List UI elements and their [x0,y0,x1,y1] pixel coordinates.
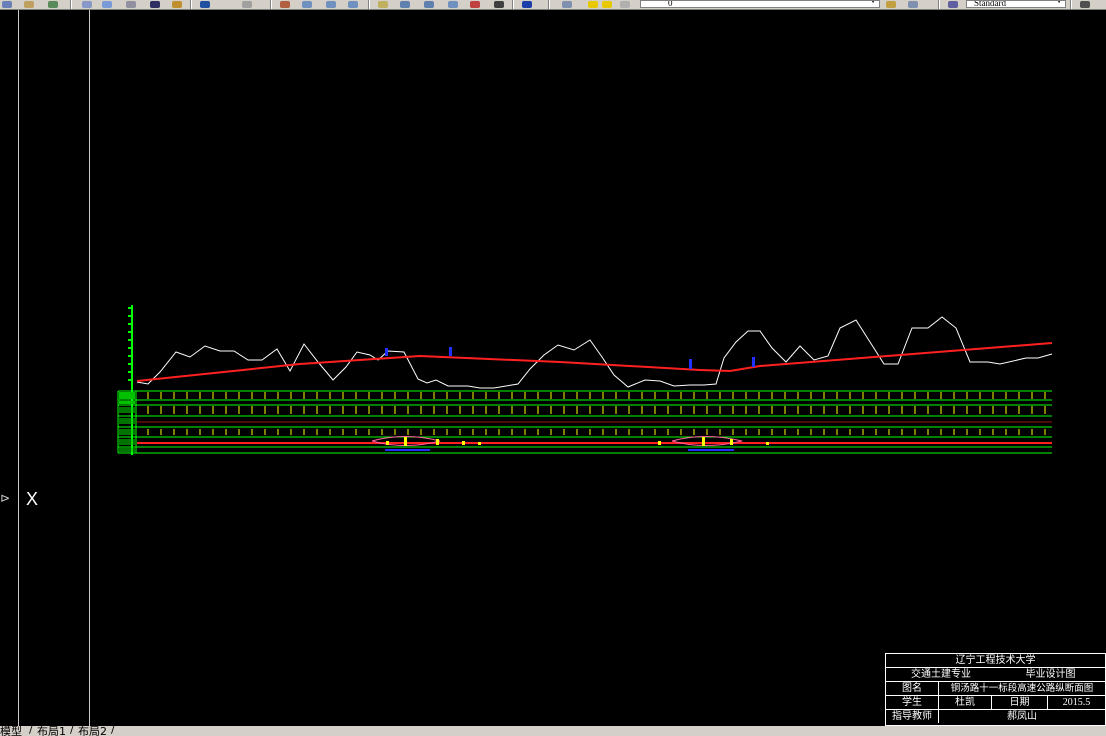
student-label: 学生 [902,697,922,708]
advisor-name: 郝凤山 [1007,711,1037,722]
advisor-label: 指导教师 [892,711,932,722]
design-grade-line [136,342,1053,382]
drawing-name-label: 图名 [902,683,922,694]
structure-markers [385,347,755,369]
profile-data-table [117,390,1052,454]
date-value: 2015.5 [1062,697,1091,708]
title-block: 辽宁工程技术大学 交通土建专业 毕业设计图 图名 铜汤路十一标段高速公路纵断面图… [885,653,1106,726]
major-label: 交通土建专业 [911,669,971,680]
model-space-canvas[interactable] [0,0,1106,736]
date-label: 日期 [1009,697,1030,708]
tab-separator: / [29,726,33,736]
tab-layout2[interactable]: 布局2 [78,726,107,736]
drawing-name: 铜汤路十一标段高速公路纵断面图 [950,683,1094,694]
ground-line [136,316,1053,389]
tab-layout1[interactable]: 布局1 [37,726,66,736]
tab-separator: / [111,726,115,736]
layout-tabs: 模型 / 布局1 / 布局2 / [0,726,1106,736]
student-name: 杜凯 [955,697,975,708]
drawing-type: 毕业设计图 [1025,669,1076,680]
university-name: 辽宁工程技术大学 [955,655,1036,666]
tab-separator: / [70,726,74,736]
tab-model[interactable]: 模型 [0,726,22,736]
